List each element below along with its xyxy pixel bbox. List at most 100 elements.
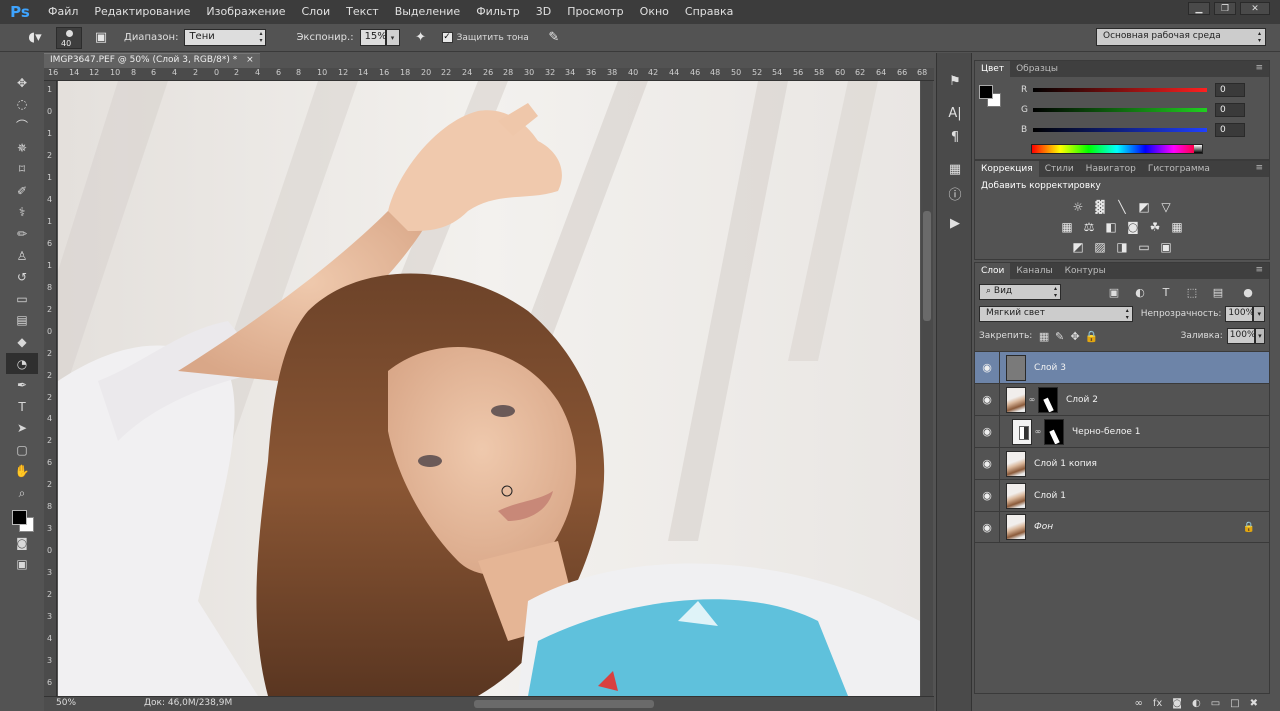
tab-navigator[interactable]: Навигатор [1080, 161, 1142, 177]
panel-menu-icon[interactable]: ≡ [1255, 63, 1263, 73]
filter-smart-icon[interactable]: ▤ [1211, 285, 1225, 299]
lock-all-icon[interactable]: 🔒 [1085, 329, 1099, 343]
document-info[interactable]: Док: 46,0M/238,9M [144, 698, 232, 708]
vertical-scroll-thumb[interactable] [923, 211, 931, 321]
layer-row-sloi-1[interactable]: ◉ Слой 1 [975, 479, 1269, 512]
menu-view[interactable]: Просмотр [559, 0, 631, 24]
green-value[interactable]: 0 [1215, 103, 1245, 117]
red-slider-row[interactable]: R 0 [1021, 83, 1245, 97]
vertical-scrollbar[interactable] [921, 81, 933, 696]
layer-mask-thumbnail[interactable] [1038, 386, 1058, 413]
minimize-icon[interactable]: ▁ [1188, 2, 1210, 15]
red-slider[interactable] [1033, 88, 1207, 92]
zoom-level[interactable]: 50% [56, 698, 76, 708]
menu-3d[interactable]: 3D [528, 0, 559, 24]
visibility-eye-icon[interactable]: ◉ [975, 457, 999, 470]
invert-icon[interactable]: ◩ [1070, 239, 1086, 255]
layer-name[interactable]: Фон [1034, 522, 1053, 532]
color-swatches[interactable] [6, 504, 38, 532]
curves-icon[interactable]: ╲ [1114, 199, 1130, 215]
tab-layers[interactable]: Слои [975, 263, 1011, 279]
document-tab[interactable]: IMGP3647.PEF @ 50% (Слой 3, RGB/8*) * × [44, 53, 260, 68]
gradient-map-icon[interactable]: ▭ [1136, 239, 1152, 255]
tab-histogram[interactable]: Гистограмма [1142, 161, 1216, 177]
layer-row-sloi-3[interactable]: ◉ Слой 3 [975, 351, 1269, 384]
layer-mask-thumbnail[interactable] [1044, 418, 1064, 445]
info-panel-icon[interactable]: ⓘ [937, 181, 973, 205]
add-mask-icon[interactable]: ◙ [1172, 698, 1182, 709]
close-icon[interactable]: ✕ [1240, 2, 1270, 15]
panel-menu-icon[interactable]: ≡ [1255, 265, 1263, 275]
opacity-input[interactable]: 100% [1225, 306, 1254, 322]
menu-file[interactable]: Файл [40, 0, 86, 24]
layer-row-sloi-2[interactable]: ◉ ∞ Слой 2 [975, 383, 1269, 416]
tool-presets-icon[interactable]: ▦ [937, 157, 973, 181]
selective-color-icon[interactable]: ▣ [1158, 239, 1174, 255]
history-panel-icon[interactable]: ⚑ [937, 69, 973, 93]
new-adjustment-icon[interactable]: ◐ [1192, 698, 1201, 709]
menu-filter[interactable]: Фильтр [468, 0, 528, 24]
link-chain-icon[interactable]: ∞ [1026, 395, 1038, 404]
black-white-icon[interactable]: ◧ [1103, 219, 1119, 235]
visibility-eye-icon[interactable]: ◉ [975, 425, 999, 438]
horizontal-ruler[interactable]: 16 14 12 10 8 6 4 2 0 2 4 6 8 10 12 14 16 18 20 22 24 26 28 30 3… [44, 68, 934, 81]
close-tab-icon[interactable]: × [246, 55, 254, 65]
color-lookup-icon[interactable]: ▦ [1169, 219, 1185, 235]
link-layers-icon[interactable]: ∞ [1134, 698, 1142, 709]
panel-menu-icon[interactable]: ≡ [1255, 163, 1263, 173]
move-tool-icon[interactable]: ✥ [6, 72, 38, 94]
crop-tool-icon[interactable]: ⌑ [6, 158, 38, 180]
eyedropper-tool-icon[interactable]: ✐ [6, 180, 38, 202]
brush-panel-icon[interactable]: ▣ [88, 28, 114, 48]
layer-name[interactable]: Слой 1 [1034, 491, 1066, 501]
document-canvas[interactable] [58, 81, 920, 696]
lock-image-icon[interactable]: ✎ [1054, 329, 1066, 343]
history-brush-tool-icon[interactable]: ↺ [6, 266, 38, 288]
visibility-eye-icon[interactable]: ◉ [975, 361, 999, 374]
pen-tool-icon[interactable]: ✒ [6, 374, 38, 396]
layer-name[interactable]: Слой 2 [1066, 395, 1098, 405]
tab-styles[interactable]: Стили [1039, 161, 1080, 177]
screen-mode-icon[interactable]: ▣ [6, 553, 38, 575]
dodge-preset-icon[interactable]: ◖▾ [22, 28, 48, 48]
posterize-icon[interactable]: ▨ [1092, 239, 1108, 255]
shape-tool-icon[interactable]: ▢ [6, 439, 38, 461]
lasso-tool-icon[interactable]: ⌒ [6, 115, 38, 137]
blue-slider-row[interactable]: B 0 [1021, 123, 1245, 137]
layer-name[interactable]: Слой 3 [1034, 363, 1066, 373]
hue-saturation-icon[interactable]: ▦ [1059, 219, 1075, 235]
menu-edit[interactable]: Редактирование [86, 0, 198, 24]
pressure-icon[interactable]: ✎ [541, 28, 567, 48]
quick-select-tool-icon[interactable]: ✵ [6, 137, 38, 159]
menu-image[interactable]: Изображение [198, 0, 293, 24]
layer-row-sloi-1-kopiya[interactable]: ◉ Слой 1 копия [975, 447, 1269, 480]
visibility-eye-icon[interactable]: ◉ [975, 393, 999, 406]
visibility-eye-icon[interactable]: ◉ [975, 521, 999, 534]
tab-channels[interactable]: Каналы [1010, 263, 1058, 279]
layer-row-black-white-1[interactable]: ◉ ∞ Черно-белое 1 [975, 415, 1269, 448]
foreground-color-swatch[interactable] [12, 509, 27, 525]
new-layer-icon[interactable]: □ [1230, 698, 1239, 709]
menu-help[interactable]: Справка [677, 0, 741, 24]
opacity-dropdown[interactable]: ▾ [1253, 306, 1265, 322]
link-chain-icon[interactable]: ∞ [1032, 427, 1044, 436]
paragraph-panel-icon[interactable]: ¶ [937, 125, 973, 149]
dodge-tool-icon[interactable]: ◔ [6, 352, 38, 375]
filter-toggle-icon[interactable]: ● [1241, 285, 1255, 299]
vertical-ruler[interactable]: 1 0 1 2 1 4 1 6 1 8 2 0 2 2 2 4 2 6 2 8 3 0 3 2 3 4 3 6 [44, 81, 57, 696]
color-balance-icon[interactable]: ⚖ [1081, 219, 1097, 235]
filter-pixel-icon[interactable]: ▣ [1107, 285, 1121, 299]
threshold-icon[interactable]: ◨ [1114, 239, 1130, 255]
red-value[interactable]: 0 [1215, 83, 1245, 97]
eraser-tool-icon[interactable]: ▭ [6, 288, 38, 310]
protect-tones-checkbox[interactable]: ✓ [441, 32, 453, 43]
menu-window[interactable]: Окно [632, 0, 677, 24]
menu-layer[interactable]: Слои [294, 0, 339, 24]
filter-adjustment-icon[interactable]: ◐ [1133, 285, 1147, 299]
delete-layer-icon[interactable]: ✖ [1250, 698, 1258, 709]
photo-filter-icon[interactable]: ◙ [1125, 219, 1141, 235]
path-select-tool-icon[interactable]: ➤ [6, 418, 38, 440]
healing-tool-icon[interactable]: ⚕ [6, 202, 38, 224]
lock-transparent-icon[interactable]: ▦ [1038, 329, 1050, 343]
color-spectrum[interactable] [1031, 144, 1203, 154]
